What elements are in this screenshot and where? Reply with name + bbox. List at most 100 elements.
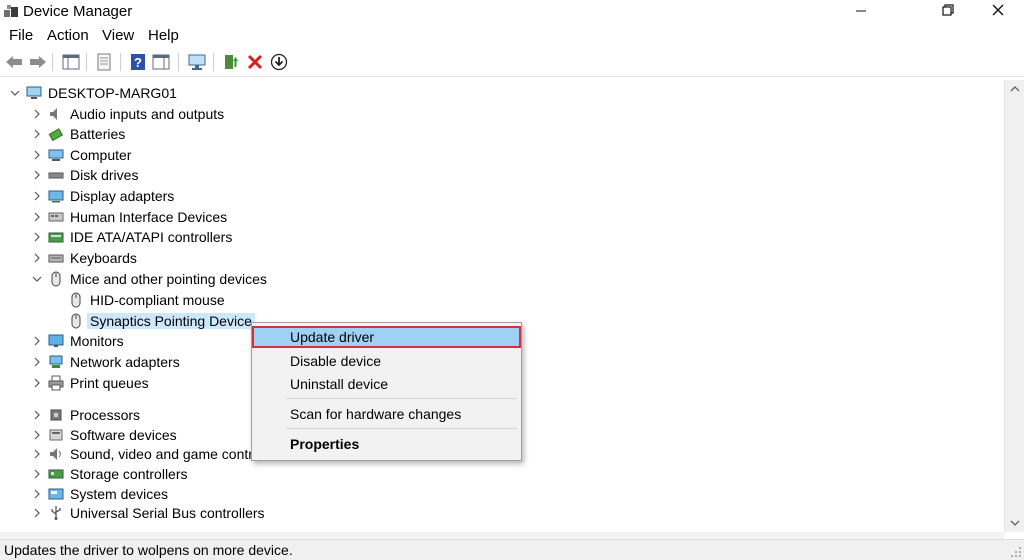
forward-arrow-icon	[30, 56, 46, 68]
tree-item-label: Processors	[70, 407, 141, 423]
menu-item-label: Update driver	[290, 329, 375, 345]
chevron-right-icon[interactable]	[30, 408, 44, 422]
toolbar-separator	[120, 53, 121, 71]
vertical-scrollbar[interactable]	[1004, 80, 1024, 532]
chevron-down-icon[interactable]	[30, 272, 44, 286]
tree-item-computer[interactable]: Computer	[30, 145, 131, 165]
tree-root-label: DESKTOP-MARG01	[48, 85, 177, 101]
tree-item-label: Computer	[70, 147, 132, 163]
close-icon	[992, 4, 1004, 16]
chevron-right-icon[interactable]	[30, 168, 44, 182]
mouse-icon	[68, 313, 84, 329]
ide-controller-icon	[48, 229, 64, 245]
menu-item-properties[interactable]: Properties	[252, 433, 521, 455]
processor-icon	[48, 407, 64, 423]
monitor-icon	[48, 333, 64, 349]
chevron-right-icon[interactable]	[30, 447, 44, 461]
tree-item-sound-controllers[interactable]: Sound, video and game controllers	[30, 444, 286, 464]
chevron-right-icon[interactable]	[30, 148, 44, 162]
menu-item-disable-device[interactable]: Disable device	[252, 350, 521, 372]
menu-file[interactable]: File	[9, 27, 33, 44]
tree-item-print-queues[interactable]: Print queues	[30, 373, 149, 393]
enable-device-button[interactable]	[269, 52, 289, 72]
show-hide-console-tree-button[interactable]	[61, 52, 81, 72]
chevron-right-icon[interactable]	[30, 230, 44, 244]
tree-item-processors[interactable]: Processors	[30, 405, 140, 425]
menu-item-scan-hardware[interactable]: Scan for hardware changes	[252, 403, 521, 425]
chevron-right-icon[interactable]	[30, 127, 44, 141]
help-button[interactable]: ?	[128, 52, 148, 72]
tree-item-mice[interactable]: Mice and other pointing devices	[30, 269, 267, 289]
menu-item-label: Scan for hardware changes	[290, 406, 462, 422]
back-button[interactable]	[4, 52, 24, 72]
chevron-right-icon[interactable]	[30, 506, 44, 520]
minimize-button[interactable]	[838, 0, 884, 22]
computer-icon	[26, 85, 42, 101]
tree-child-hid-mouse[interactable]: HID-compliant mouse	[68, 290, 225, 310]
tree-item-monitors[interactable]: Monitors	[30, 331, 124, 351]
tree-item-audio[interactable]: Audio inputs and outputs	[30, 104, 224, 124]
help-icon: ?	[131, 54, 145, 70]
display-adapter-icon	[48, 188, 64, 204]
menu-bar: File Action View Help	[0, 25, 1024, 47]
toolbar-separator	[213, 53, 214, 71]
console-tree-icon	[62, 54, 80, 70]
menu-action[interactable]: Action	[47, 27, 89, 44]
tree-item-label: Disk drives	[70, 167, 139, 183]
device-tree: DESKTOP-MARG01 Audio inputs and outputs …	[0, 80, 1004, 532]
tree-item-ide[interactable]: IDE ATA/ATAPI controllers	[30, 227, 232, 247]
scroll-up-arrow-icon[interactable]	[1005, 82, 1024, 96]
properties-button[interactable]	[94, 52, 114, 72]
toolbar-separator	[178, 53, 179, 71]
menu-help[interactable]: Help	[148, 27, 179, 44]
tree-item-hid[interactable]: Human Interface Devices	[30, 207, 227, 227]
mouse-icon	[48, 271, 64, 287]
scan-hardware-button[interactable]	[187, 52, 207, 72]
tree-child-synaptics[interactable]: Synaptics Pointing Device	[68, 311, 255, 331]
chevron-right-icon[interactable]	[30, 107, 44, 121]
tree-item-label: HID-compliant mouse	[90, 292, 225, 308]
update-driver-icon	[225, 55, 238, 69]
device-manager-icon	[4, 5, 18, 17]
red-x-icon	[247, 54, 263, 70]
update-driver-button[interactable]	[221, 52, 241, 72]
scroll-down-arrow-icon[interactable]	[1005, 516, 1024, 530]
menu-item-label: Disable device	[290, 353, 382, 369]
tree-item-display-adapters[interactable]: Display adapters	[30, 186, 174, 206]
tree-item-software-devices[interactable]: Software devices	[30, 425, 177, 445]
resize-grip-icon[interactable]	[1010, 546, 1022, 558]
tree-item-network[interactable]: Network adapters	[30, 352, 180, 372]
chevron-down-icon[interactable]	[8, 86, 22, 100]
menu-item-uninstall-device[interactable]: Uninstall device	[252, 373, 521, 395]
system-device-icon	[48, 486, 64, 502]
chevron-right-icon[interactable]	[30, 467, 44, 481]
menu-separator	[286, 428, 517, 429]
tree-item-system-devices[interactable]: System devices	[30, 484, 168, 504]
chevron-right-icon[interactable]	[30, 428, 44, 442]
mouse-icon	[68, 292, 84, 308]
uninstall-device-button[interactable]	[245, 52, 265, 72]
tree-item-batteries[interactable]: Batteries	[30, 124, 125, 144]
chevron-right-icon[interactable]	[30, 487, 44, 501]
network-adapter-icon	[48, 354, 64, 370]
tree-item-keyboards[interactable]: Keyboards	[30, 248, 137, 268]
menu-view[interactable]: View	[102, 27, 134, 44]
tree-item-usb[interactable]: Universal Serial Bus controllers	[30, 503, 265, 523]
tree-item-disk-drives[interactable]: Disk drives	[30, 165, 138, 185]
chevron-right-icon[interactable]	[30, 189, 44, 203]
menu-item-label: Properties	[290, 436, 360, 452]
menu-item-update-driver[interactable]: Update driver	[252, 326, 521, 348]
action-pane-button[interactable]	[151, 52, 171, 72]
restore-button[interactable]	[925, 0, 971, 22]
tree-item-storage-controllers[interactable]: Storage controllers	[30, 464, 188, 484]
forward-button[interactable]	[28, 52, 48, 72]
chevron-right-icon[interactable]	[30, 334, 44, 348]
close-button[interactable]	[975, 0, 1021, 22]
tree-root[interactable]: DESKTOP-MARG01	[8, 83, 177, 103]
chevron-right-icon[interactable]	[30, 376, 44, 390]
chevron-right-icon[interactable]	[30, 251, 44, 265]
chevron-right-icon[interactable]	[30, 210, 44, 224]
tree-item-label: Print queues	[70, 375, 149, 391]
chevron-right-icon[interactable]	[30, 355, 44, 369]
action-pane-icon	[152, 54, 170, 70]
